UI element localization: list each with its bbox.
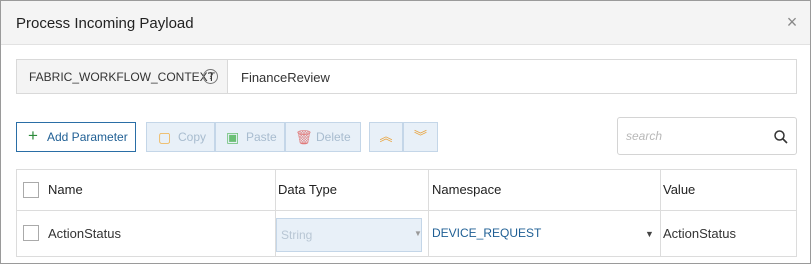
workflow-context-value[interactable]: FinanceReview xyxy=(241,70,330,85)
search-icon[interactable] xyxy=(773,129,789,145)
process-payload-dialog: Process Incoming Payload × FABRIC_WORKFL… xyxy=(0,0,811,264)
close-icon[interactable]: × xyxy=(784,13,800,31)
plus-icon: + xyxy=(28,126,38,145)
trash-icon: 🗑 xyxy=(295,129,313,145)
dialog-title: Process Incoming Payload xyxy=(16,15,194,32)
move-down-button[interactable]: ︾ xyxy=(403,122,438,152)
paste-button[interactable]: ▣ Paste xyxy=(215,122,285,152)
row-checkbox[interactable] xyxy=(23,225,39,241)
dialog-header: Process Incoming Payload × xyxy=(1,1,810,45)
namespace-value[interactable]: DEVICE_REQUEST xyxy=(432,226,541,240)
search-box xyxy=(617,117,797,155)
double-chevron-up-icon: ︽ xyxy=(379,129,393,144)
add-parameter-label: Add Parameter xyxy=(47,130,128,144)
select-all-checkbox[interactable] xyxy=(23,182,39,198)
table-row[interactable]: ActionStatus String ▼ DEVICE_REQUEST ▼ A… xyxy=(17,211,796,256)
table-header: Name Data Type Namespace Value xyxy=(17,170,796,211)
paste-label: Paste xyxy=(246,130,277,144)
caret-down-icon: ▼ xyxy=(414,229,422,238)
workflow-context-row: FABRIC_WORKFLOW_CONTEXT ? FinanceReview xyxy=(16,59,797,94)
data-type-value: String xyxy=(281,228,313,242)
help-icon[interactable]: ? xyxy=(203,69,218,84)
search-input[interactable] xyxy=(626,126,766,146)
workflow-context-label: FABRIC_WORKFLOW_CONTEXT xyxy=(29,70,216,84)
parameters-table: Name Data Type Namespace Value ActionSta… xyxy=(16,169,797,257)
copy-label: Copy xyxy=(178,130,207,144)
move-up-button[interactable]: ︽ xyxy=(369,122,403,152)
copy-button[interactable]: ▢ Copy xyxy=(146,122,215,152)
column-header-value[interactable]: Value xyxy=(663,182,695,197)
column-header-namespace[interactable]: Namespace xyxy=(432,182,501,197)
column-header-data-type[interactable]: Data Type xyxy=(278,182,337,197)
cell-value[interactable]: ActionStatus xyxy=(663,226,736,241)
paste-icon: ▣ xyxy=(226,129,240,145)
copy-icon: ▢ xyxy=(158,129,172,145)
data-type-select[interactable]: String ▼ xyxy=(276,218,422,252)
double-chevron-down-icon: ︾ xyxy=(413,129,427,144)
column-header-name[interactable]: Name xyxy=(48,182,83,197)
namespace-caret-down-icon[interactable]: ▼ xyxy=(645,229,654,239)
delete-button[interactable]: 🗑 Delete xyxy=(285,122,361,152)
delete-label: Delete xyxy=(316,130,351,144)
add-parameter-button[interactable]: + Add Parameter xyxy=(16,122,136,152)
cell-name[interactable]: ActionStatus xyxy=(48,226,121,241)
workflow-context-label-cell: FABRIC_WORKFLOW_CONTEXT ? xyxy=(17,60,228,93)
